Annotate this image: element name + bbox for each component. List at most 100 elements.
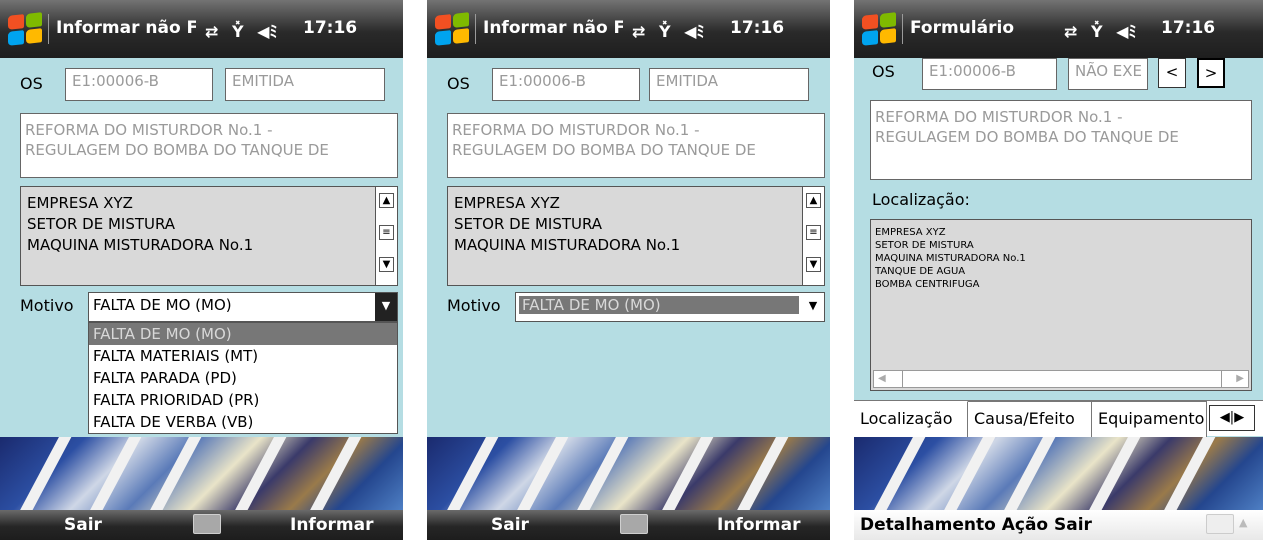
location-box[interactable]: EMPRESA XYZ SETOR DE MISTURA MAQUINA MIS… <box>870 219 1252 391</box>
location-line: SETOR DE MISTURA <box>454 215 603 233</box>
title-separator <box>475 14 476 44</box>
sair-softkey[interactable]: Sair <box>491 515 529 535</box>
informar-softkey[interactable]: Informar <box>717 515 800 535</box>
scroll-left-icon[interactable]: ◀ <box>878 372 886 385</box>
sip-up-icon[interactable]: ▲ <box>1239 516 1247 529</box>
description-box[interactable]: REFORMA DO MISTURDOR No.1 - REGULAGEM DO… <box>870 100 1252 180</box>
description-box[interactable]: REFORMA DO MISTURDOR No.1 - REGULAGEM DO… <box>447 113 825 178</box>
keyboard-icon[interactable] <box>620 514 648 534</box>
windows-start-icon[interactable] <box>8 12 42 46</box>
title-separator <box>48 14 49 44</box>
previous-button[interactable]: < <box>1158 58 1186 88</box>
screen-formulario: Formulário ⇄ Y̽ ◀ﾐ 17:16 OS E1:00006-B N… <box>854 0 1263 540</box>
motivo-dropdown-list: FALTA DE MO (MO) FALTA MATERIAIS (MT) FA… <box>88 322 398 434</box>
sair-softkey[interactable]: Sair <box>64 515 102 535</box>
screen-informar-dropdown-open: Informar não F ⇄ Y̽ ◀ﾐ 17:16 OS E1:00006… <box>0 0 403 540</box>
sync-icon: ⇄ <box>1064 22 1078 41</box>
screen-informar-selected: Informar não F ⇄ Y̽ ◀ﾐ 17:16 OS E1:00006… <box>427 0 830 540</box>
description-line: REGULAGEM DO BOMBA DO TANQUE DE <box>875 128 1179 146</box>
location-hscrollbar[interactable]: ◀ ▶ <box>873 370 1249 388</box>
window-title: Informar não F <box>483 18 623 38</box>
os-label: OS <box>447 74 470 93</box>
scroll-thumb-icon[interactable]: ≡ <box>379 225 394 240</box>
os-label: OS <box>20 74 43 93</box>
description-line: REGULAGEM DO BOMBA DO TANQUE DE <box>452 141 756 159</box>
location-line: MAQUINA MISTURADORA No.1 <box>875 253 1026 264</box>
tab-right-icon[interactable]: ▶ <box>1234 410 1244 425</box>
scroll-thumb-icon[interactable]: ≡ <box>806 225 821 240</box>
description-box[interactable]: REFORMA DO MISTURDOR No.1 - REGULAGEM DO… <box>20 113 398 178</box>
os-status-field[interactable]: NÃO EXE <box>1068 58 1148 90</box>
next-button[interactable]: > <box>1197 58 1225 88</box>
menu-bar: Detalhamento Ação Sair ▲ <box>854 510 1263 540</box>
tab-bar: Localização Causa/Efeito Equipamento ◀|▶ <box>854 400 1263 437</box>
window-title: Informar não F <box>56 18 196 38</box>
os-label: OS <box>872 62 895 81</box>
dropdown-option[interactable]: FALTA DE VERBA (VB) <box>89 411 397 433</box>
status-icons: ⇄ Y̽ ◀ﾐ <box>205 18 277 42</box>
motivo-label: Motivo <box>447 296 501 315</box>
windows-start-icon[interactable] <box>862 12 896 46</box>
motivo-select[interactable]: FALTA DE MO (MO) ▼ <box>515 292 825 322</box>
os-status-field[interactable]: EMITIDA <box>649 68 809 101</box>
tab-localizacao[interactable]: Localização <box>854 401 968 437</box>
description-line: REFORMA DO MISTURDOR No.1 - <box>25 121 273 139</box>
volume-icon: ◀ﾐ <box>684 22 705 41</box>
keyboard-icon[interactable] <box>193 514 221 534</box>
tab-left-icon[interactable]: ◀ <box>1220 410 1230 425</box>
location-line: SETOR DE MISTURA <box>875 240 974 251</box>
status-icons: ⇄ Y̽ ◀ﾐ <box>632 18 704 42</box>
sync-icon: ⇄ <box>205 22 219 41</box>
os-number-field[interactable]: E1:00006-B <box>65 68 213 101</box>
windows-start-icon[interactable] <box>435 12 469 46</box>
description-line: REFORMA DO MISTURDOR No.1 - <box>452 121 700 139</box>
signal-off-icon: Y̽ <box>231 22 244 41</box>
os-number-field[interactable]: E1:00006-B <box>492 68 640 101</box>
dropdown-option[interactable]: FALTA DE MO (MO) <box>89 323 397 345</box>
localizacao-label: Localização: <box>872 190 970 209</box>
location-line: BOMBA CENTRIFUGA <box>875 279 980 290</box>
tab-equipamento[interactable]: Equipamento <box>1092 401 1207 437</box>
menu-text[interactable]: Detalhamento Ação Sair <box>860 515 1092 535</box>
location-scrollbar[interactable]: ▲ ≡ ▼ <box>375 187 397 285</box>
scroll-down-icon[interactable]: ▼ <box>806 257 821 272</box>
banner-image <box>0 437 403 510</box>
banner-image <box>427 437 830 510</box>
motivo-select-value: FALTA DE MO (MO) <box>93 296 232 314</box>
os-number-field[interactable]: E1:00006-B <box>922 58 1057 90</box>
scroll-right-icon[interactable]: ▶ <box>1236 372 1244 385</box>
motivo-select-value: FALTA DE MO (MO) <box>519 296 799 314</box>
scroll-thumb[interactable] <box>902 371 1222 387</box>
location-box[interactable]: EMPRESA XYZ SETOR DE MISTURA MAQUINA MIS… <box>20 186 398 286</box>
clock: 17:16 <box>1161 18 1216 38</box>
motivo-select[interactable]: FALTA DE MO (MO) ▼ <box>88 292 398 322</box>
status-icons: ⇄ Y̽ ◀ﾐ <box>1064 18 1136 42</box>
title-bar: Formulário ⇄ Y̽ ◀ﾐ 17:16 <box>854 0 1263 58</box>
keyboard-icon[interactable] <box>1206 514 1234 534</box>
dropdown-option[interactable]: FALTA PARADA (PD) <box>89 367 397 389</box>
dropdown-option[interactable]: FALTA MATERIAIS (MT) <box>89 345 397 367</box>
location-line: TANQUE DE AGUA <box>875 266 966 277</box>
os-status-field[interactable]: EMITIDA <box>225 68 385 101</box>
dropdown-option[interactable]: FALTA PRIORIDAD (PR) <box>89 389 397 411</box>
chevron-down-icon[interactable]: ▼ <box>375 293 397 321</box>
scroll-down-icon[interactable]: ▼ <box>379 257 394 272</box>
location-line: EMPRESA XYZ <box>875 227 946 238</box>
chevron-down-icon[interactable]: ▼ <box>802 293 824 321</box>
title-bar: Informar não F ⇄ Y̽ ◀ﾐ 17:16 <box>427 0 830 58</box>
title-separator <box>902 14 903 44</box>
tab-scroll-arrows[interactable]: ◀|▶ <box>1209 405 1255 431</box>
tab-causa-efeito[interactable]: Causa/Efeito <box>968 401 1092 437</box>
location-line: EMPRESA XYZ <box>454 194 560 212</box>
signal-off-icon: Y̽ <box>1090 22 1103 41</box>
informar-softkey[interactable]: Informar <box>290 515 373 535</box>
location-line: MAQUINA MISTURADORA No.1 <box>454 236 681 254</box>
location-line: MAQUINA MISTURADORA No.1 <box>27 236 254 254</box>
signal-off-icon: Y̽ <box>658 22 671 41</box>
scroll-up-icon[interactable]: ▲ <box>806 193 821 208</box>
motivo-label: Motivo <box>20 296 74 315</box>
location-box[interactable]: EMPRESA XYZ SETOR DE MISTURA MAQUINA MIS… <box>447 186 825 286</box>
location-scrollbar[interactable]: ▲ ≡ ▼ <box>802 187 824 285</box>
volume-icon: ◀ﾐ <box>1116 22 1137 41</box>
scroll-up-icon[interactable]: ▲ <box>379 193 394 208</box>
